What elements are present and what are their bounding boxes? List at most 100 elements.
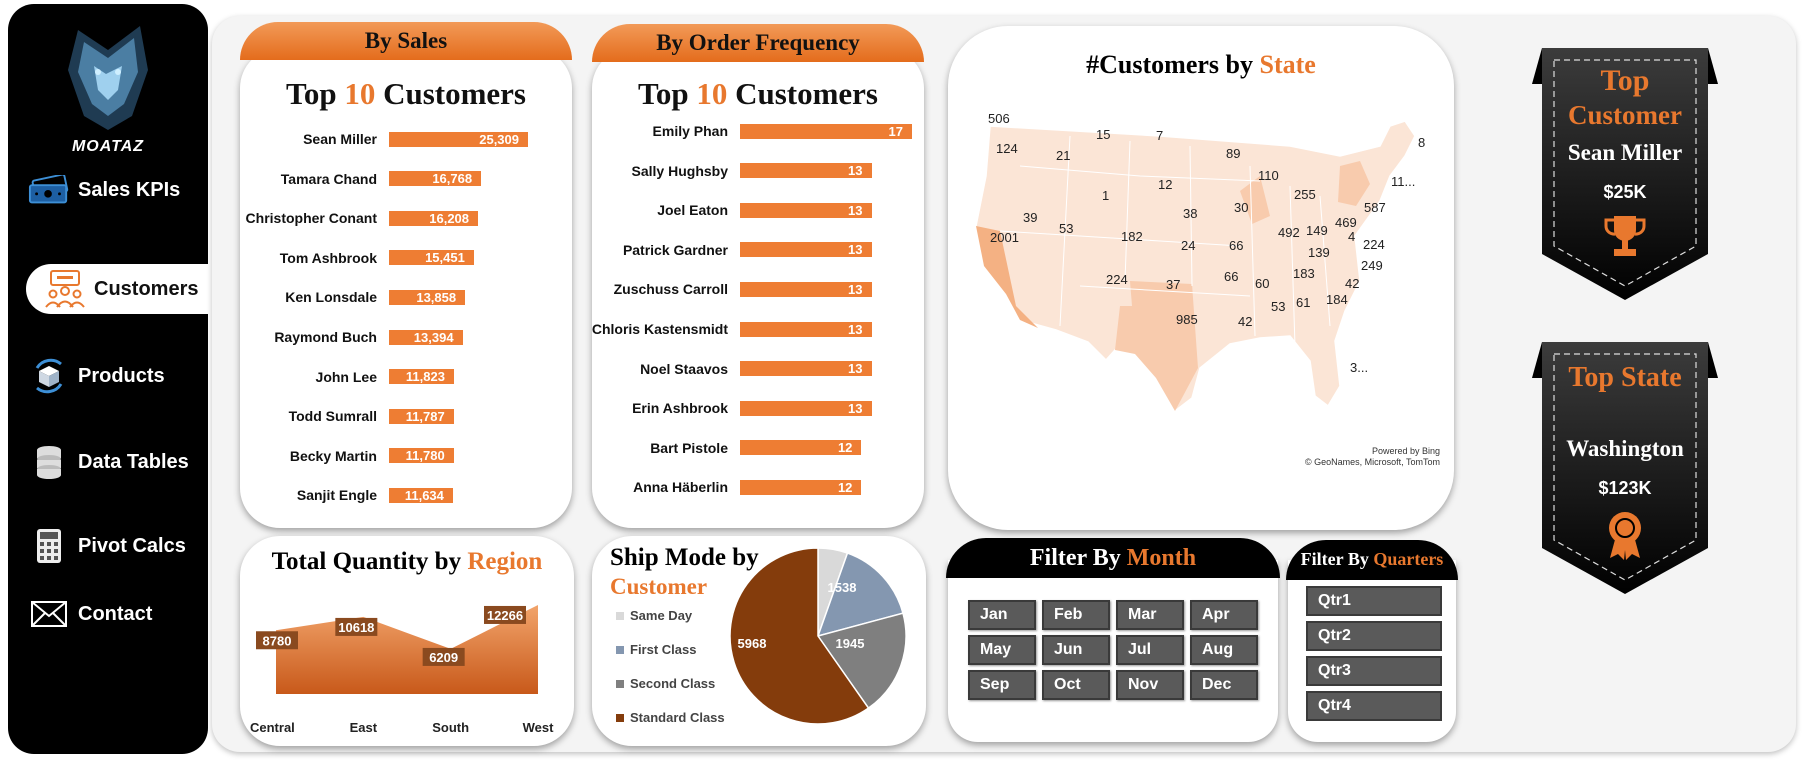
top-state-value: $123K: [1598, 478, 1652, 498]
nav-data-tables[interactable]: Data Tables: [28, 446, 189, 479]
month-button-may[interactable]: May: [968, 635, 1036, 665]
map-title: #Customers by State: [1086, 50, 1316, 79]
customer-name: Ken Lonsdale: [285, 289, 377, 306]
month-button-jun[interactable]: Jun: [1042, 635, 1110, 665]
quarter-button-qtr1[interactable]: Qtr1: [1306, 586, 1442, 616]
state-count-label: 1: [1102, 188, 1110, 203]
bar-row[interactable]: Sean Miller 25,309: [303, 124, 528, 154]
bar-row[interactable]: Todd Sumrall 11,787: [289, 401, 454, 431]
state-count-label: 66: [1224, 269, 1239, 284]
pie-data-label: 1538: [828, 580, 857, 595]
customer-name: Bart Pistole: [650, 439, 728, 456]
map-credit-sources: © GeoNames, Microsoft, TomTom: [1305, 457, 1440, 467]
panther-logo-icon: [68, 26, 148, 130]
region-data-label: 8780: [256, 631, 298, 650]
customer-name: Patrick Gardner: [622, 241, 728, 258]
bar-row[interactable]: Tamara Chand 16,768: [281, 164, 482, 194]
customer-name: Becky Martin: [289, 447, 377, 464]
x-tick-label: West: [523, 720, 554, 735]
bar-row[interactable]: Bart Pistole 12: [650, 433, 862, 463]
bar: 12: [740, 440, 862, 456]
nav-label: Pivot Calcs: [78, 534, 186, 557]
top-state-banner: Top State Washington $123K: [1530, 338, 1720, 596]
state-count-label: 66: [1229, 238, 1244, 253]
customer-name: Tamara Chand: [280, 170, 377, 187]
customer-name: Tom Ashbrook: [279, 249, 377, 266]
customer-name: Noel Staavos: [640, 360, 728, 377]
bar-row[interactable]: Tom Ashbrook 15,451: [280, 243, 474, 273]
nav-products[interactable]: Products: [28, 358, 165, 394]
nav-pivot-calcs[interactable]: Pivot Calcs: [28, 529, 186, 563]
bar-row[interactable]: Zuschuss Carroll 13: [614, 274, 872, 304]
bar-row[interactable]: Sanjit Engle 11,634: [297, 480, 453, 510]
month-button-apr[interactable]: Apr: [1190, 600, 1258, 630]
state-count-label: 37: [1166, 277, 1181, 292]
bar-row[interactable]: Becky Martin 11,780: [290, 441, 454, 471]
nav-customers[interactable]: Customers: [26, 264, 216, 314]
bar-row[interactable]: Emily Phan 17: [653, 116, 912, 146]
x-tick-label: Central: [250, 720, 295, 735]
bar-row[interactable]: John Lee 11,823: [316, 362, 454, 392]
products-icon: [28, 358, 70, 394]
month-button-oct[interactable]: Oct: [1042, 670, 1110, 700]
state-count-label: 53: [1271, 299, 1286, 314]
x-tick-label: East: [350, 720, 378, 735]
banner-title-2: Customer: [1568, 100, 1682, 130]
bar: 16,768: [389, 171, 482, 187]
month-button-aug[interactable]: Aug: [1190, 635, 1258, 665]
month-button-sep[interactable]: Sep: [968, 670, 1036, 700]
bar-row[interactable]: Chloris Kastensmidt 13: [592, 314, 872, 344]
month-button-feb[interactable]: Feb: [1042, 600, 1110, 630]
customer-name: Emily Phan: [652, 123, 728, 139]
top-customers-sales-card: Top 10 Customers Sean Miller 25,309 Tamara…: [240, 48, 572, 528]
bar: 13,858: [389, 289, 466, 305]
state-count-label: 7: [1156, 128, 1164, 143]
bar-row[interactable]: Patrick Gardner 13: [623, 235, 872, 265]
nav-contact[interactable]: Contact: [28, 598, 152, 630]
state-count-label: 8: [1418, 135, 1426, 150]
bar: 13: [740, 281, 872, 297]
bar-row[interactable]: Erin Ashbrook 13: [632, 393, 872, 423]
quarter-button-qtr3[interactable]: Qtr3: [1306, 656, 1442, 686]
bar-row[interactable]: Noel Staavos 13: [640, 354, 872, 384]
customer-name: Sally Hughsby: [631, 162, 728, 179]
month-button-jan[interactable]: Jan: [968, 600, 1036, 630]
month-button-dec[interactable]: Dec: [1190, 670, 1258, 700]
region-area-chart[interactable]: 8780 10618 6209 12266 Central East South West: [240, 536, 574, 746]
bar-row[interactable]: Anna Häberlin 12: [633, 472, 862, 502]
bar: 17: [740, 123, 912, 139]
svg-text:8780: 8780: [263, 633, 292, 648]
month-button-mar[interactable]: Mar: [1116, 600, 1184, 630]
customers-by-state-map: #Customers by State 506 124 21 15 7 89 110 8 1 12…: [948, 26, 1454, 530]
customer-name: Todd Sumrall: [288, 408, 377, 425]
bar-row[interactable]: Sally Hughsby 13: [632, 156, 872, 186]
state-count-label: 3...: [1350, 360, 1369, 375]
month-button-nov[interactable]: Nov: [1116, 670, 1184, 700]
ship-mode-pie-chart[interactable]: 543153819455968: [592, 536, 926, 746]
state-count-label: 124: [996, 141, 1018, 156]
state-count-label: 60: [1255, 276, 1270, 291]
bar: 13: [740, 400, 872, 416]
state-count-label: 53: [1059, 221, 1074, 236]
quarter-filter-title: Filter By Quarters: [1286, 540, 1458, 580]
region-data-label: 6209: [422, 647, 465, 666]
x-tick-label: South: [432, 720, 469, 735]
banner-title: Top State: [1568, 362, 1682, 393]
bar-row[interactable]: Joel Eaton 13: [657, 195, 872, 225]
quantity-by-region-card: Total Quantity by Region 8780 10618 6209 12…: [240, 536, 574, 746]
quarter-button-qtr2[interactable]: Qtr2: [1306, 621, 1442, 651]
bar-row[interactable]: Ken Lonsdale 13,858: [285, 282, 466, 312]
nav-sales-kpis[interactable]: Sales KPIs: [28, 174, 180, 206]
bar-row[interactable]: Raymond Buch 13,394: [274, 322, 463, 352]
quarter-button-qtr4[interactable]: Qtr4: [1306, 691, 1442, 721]
bar-row[interactable]: Christopher Conant 16,208: [246, 203, 479, 233]
customer-name: Anna Häberlin: [633, 479, 728, 496]
nav-label: Contact: [78, 602, 153, 625]
state-count-label: 2001: [990, 230, 1019, 245]
state-count-label: 89: [1226, 146, 1241, 161]
month-button-jul[interactable]: Jul: [1116, 635, 1184, 665]
state-count-label: 587: [1364, 200, 1386, 215]
customers-icon: [44, 270, 86, 308]
bar: 11,780: [389, 448, 454, 464]
customer-name: Joel Eaton: [657, 202, 728, 219]
